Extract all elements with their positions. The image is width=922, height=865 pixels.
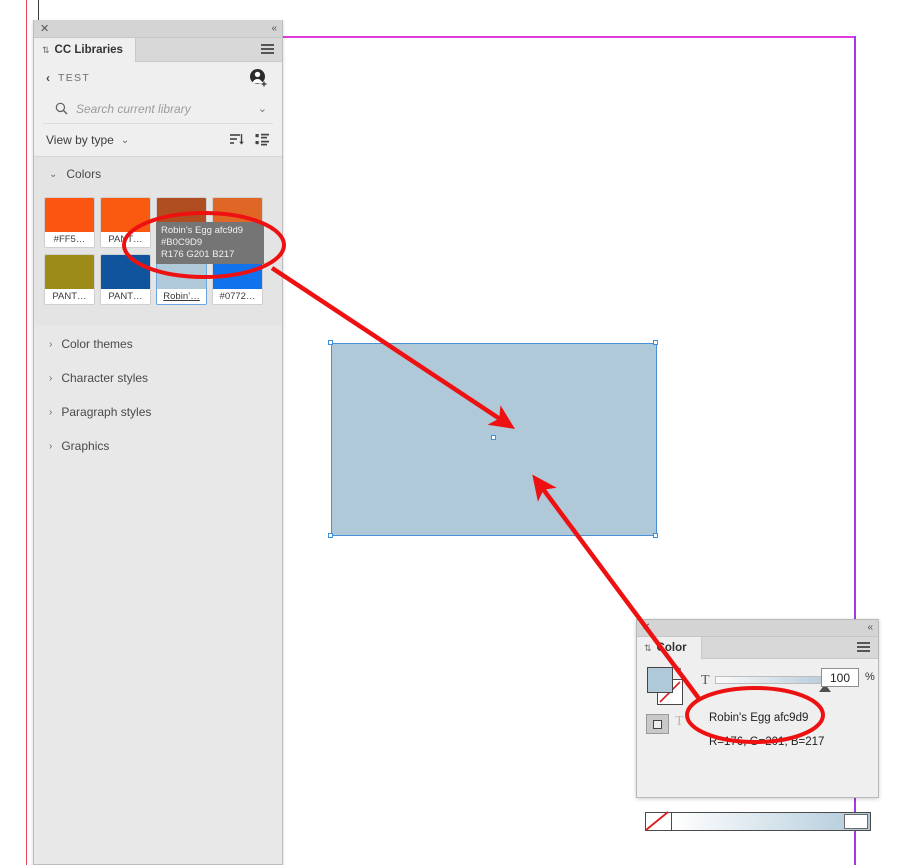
swatch-caption: Robin’… <box>157 289 206 304</box>
fill-stroke-proxy[interactable]: ↰ <box>647 665 687 707</box>
color-swatch[interactable]: #FF5… <box>44 197 95 248</box>
chevron-right-icon: › <box>49 440 53 452</box>
color-panel-content: ↰ T T 100 % Robin's Egg afc9d9 R=176, G=… <box>637 659 878 831</box>
selection-handle-bottom-left[interactable] <box>328 533 333 538</box>
collapsed-sections: › Color themes › Character styles › Para… <box>34 325 282 463</box>
formatting-affects-text-icon[interactable]: T <box>675 714 684 730</box>
library-name-label: TEST <box>58 72 91 84</box>
page-boundary-top <box>283 36 856 38</box>
cc-libraries-tab-row: ⇅ CC Libraries <box>34 38 282 62</box>
chevron-down-icon[interactable]: ⌄ <box>121 135 129 146</box>
color-panel: ✕ « ⇅ Color ↰ T T 100 % Robin's Egg afc9… <box>636 619 879 831</box>
chevron-down-icon[interactable]: ⌄ <box>258 102 267 115</box>
color-panel-titlebar: ✕ « <box>637 620 878 637</box>
tab-drag-icon: ⇅ <box>644 642 652 653</box>
chevron-right-icon: › <box>49 372 53 384</box>
back-chevron-icon[interactable]: ‹ <box>46 71 50 85</box>
close-icon[interactable]: ✕ <box>40 22 49 36</box>
none-swatch[interactable] <box>645 811 672 831</box>
view-by-type-row[interactable]: View by type ⌄ <box>34 124 282 156</box>
color-swatch[interactable]: PANT… <box>100 254 151 305</box>
selection-center-point[interactable] <box>491 435 496 440</box>
search-input[interactable]: Search current library <box>76 102 191 116</box>
collapse-panel-icon[interactable]: « <box>271 22 276 36</box>
formatting-affects-container-icon[interactable] <box>646 714 669 734</box>
section-label: Color themes <box>61 337 133 351</box>
swatch-caption: PANT… <box>101 232 150 247</box>
list-view-icon[interactable] <box>255 132 270 152</box>
tab-drag-icon: ⇅ <box>42 44 50 55</box>
tab-color[interactable]: ⇅ Color <box>637 637 702 659</box>
section-label: Character styles <box>61 371 149 385</box>
collapse-panel-icon[interactable]: « <box>867 621 872 635</box>
left-margin-guide <box>26 0 27 865</box>
tab-cc-libraries[interactable]: ⇅ CC Libraries <box>34 38 136 62</box>
hamburger-menu-icon[interactable] <box>261 44 274 56</box>
color-panel-tab-row: ⇅ Color <box>637 637 878 659</box>
section-header-colors[interactable]: ⌄ Colors <box>34 157 282 191</box>
selection-handle-bottom-right[interactable] <box>653 533 658 538</box>
section-label: Colors <box>66 167 102 181</box>
tint-value-input[interactable]: 100 <box>821 668 859 687</box>
breadcrumb: ‹ TEST <box>34 62 282 94</box>
selection-handle-top-right[interactable] <box>653 340 658 345</box>
tab-label: Color <box>656 642 687 654</box>
add-collaborator-icon[interactable] <box>249 68 268 87</box>
color-rgb-values: R=176, G=201, B=217 <box>709 736 825 748</box>
section-label: Paragraph styles <box>61 405 152 419</box>
section-header-character-styles[interactable]: › Character styles <box>34 361 282 395</box>
application-window: ✕ « ⇅ CC Libraries ‹ TEST Search current… <box>0 0 922 865</box>
selection-handle-top-left[interactable] <box>328 340 333 345</box>
tooltip-line-hex: #B0C9D9 <box>161 237 203 248</box>
cc-libraries-titlebar: ✕ « <box>34 20 282 38</box>
section-header-color-themes[interactable]: › Color themes <box>34 327 282 361</box>
swatch-caption: #0772… <box>213 289 262 304</box>
swatch-caption: PANT… <box>101 289 150 304</box>
tint-percent-label: % <box>865 671 875 683</box>
tab-label: CC Libraries <box>54 44 123 56</box>
fill-swatch[interactable] <box>647 667 673 693</box>
tooltip-line-name: Robin's Egg afc9d9 <box>161 225 244 236</box>
chevron-right-icon: › <box>49 338 53 350</box>
ruler-guide <box>38 0 39 22</box>
color-ramp[interactable] <box>645 811 871 831</box>
swatch-tooltip: Robin's Egg afc9d9 #B0C9D9 R176 G201 B21… <box>156 222 264 264</box>
swap-fill-stroke-icon[interactable]: ↰ <box>675 665 683 676</box>
tint-slider[interactable] <box>715 676 825 684</box>
chevron-down-icon: ⌄ <box>49 168 58 180</box>
section-header-graphics[interactable]: › Graphics <box>34 429 282 463</box>
color-swatch[interactable]: PANT… <box>100 197 151 248</box>
type-tool-icon: T <box>701 673 710 688</box>
tooltip-line-rgb: R176 G201 B217 <box>161 249 235 260</box>
view-by-type-label: View by type <box>46 133 114 147</box>
search-icon <box>55 102 68 115</box>
swatch-caption: #FF5… <box>45 232 94 247</box>
color-swatch-name: Robin's Egg afc9d9 <box>709 712 809 724</box>
cc-libraries-panel: ✕ « ⇅ CC Libraries ‹ TEST Search current… <box>33 20 283 865</box>
swatch-caption: PANT… <box>45 289 94 304</box>
color-ramp-gradient[interactable] <box>672 813 870 830</box>
chevron-right-icon: › <box>49 406 53 418</box>
section-label: Graphics <box>61 439 110 453</box>
color-ramp-selection-marker[interactable] <box>844 814 868 829</box>
hamburger-menu-icon[interactable] <box>857 642 870 654</box>
close-icon[interactable]: ✕ <box>642 621 650 635</box>
search-row[interactable]: Search current library ⌄ <box>43 94 273 124</box>
sort-descending-icon[interactable] <box>229 132 244 152</box>
color-swatch[interactable]: PANT… <box>44 254 95 305</box>
section-header-paragraph-styles[interactable]: › Paragraph styles <box>34 395 282 429</box>
